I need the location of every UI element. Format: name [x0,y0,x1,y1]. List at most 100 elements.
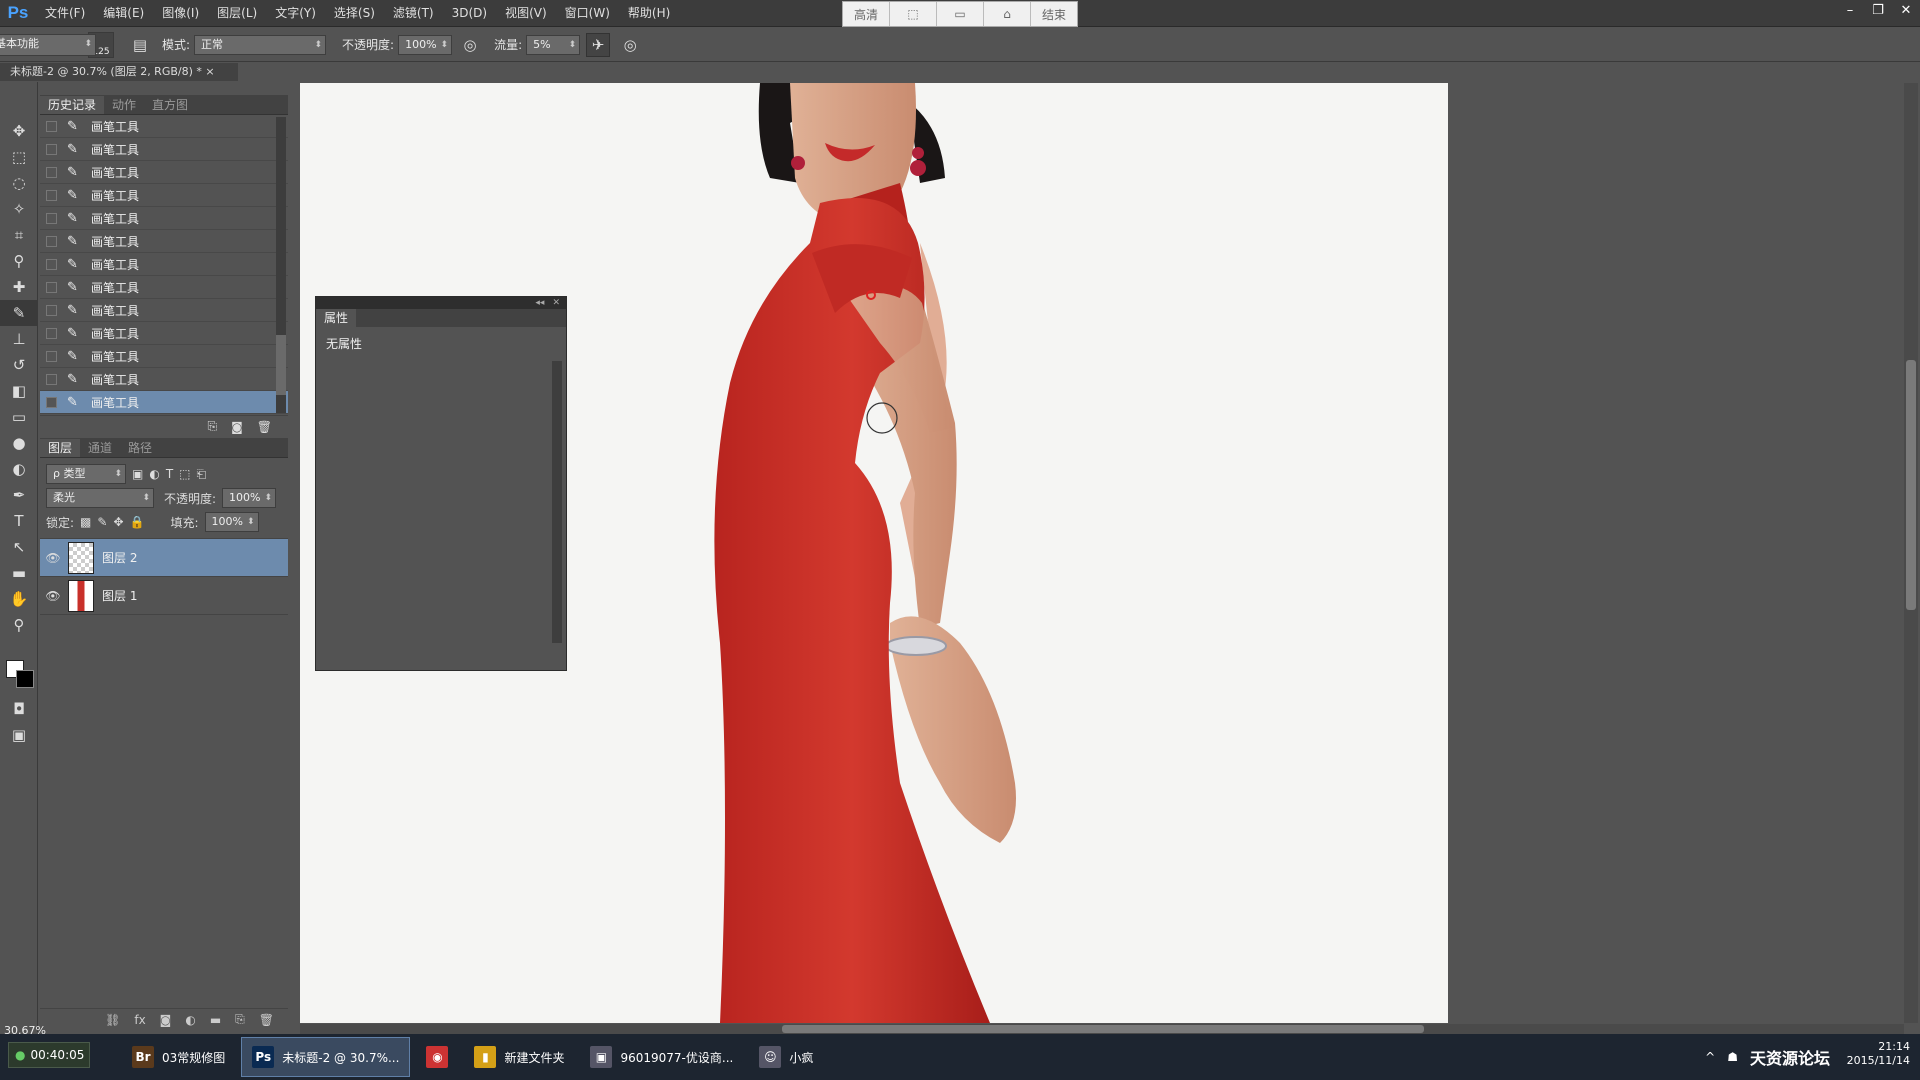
restore-icon[interactable]: ❐ [1864,0,1892,20]
history-item[interactable]: ✎ 画笔工具 [40,230,288,253]
properties-scrollbar[interactable] [552,361,562,643]
type-tool-icon[interactable]: T [0,508,38,534]
tab-paths[interactable]: 路径 [120,439,160,457]
canvas-horizontal-thumb[interactable] [782,1025,1424,1033]
mask-icon[interactable]: ◙ [160,1013,172,1027]
fill-select[interactable]: 100% [204,512,259,532]
shape-tool-icon[interactable]: ▬ [0,560,38,586]
tab-histogram[interactable]: 直方图 [144,96,196,114]
trash-icon[interactable]: 🗑 [259,1013,274,1027]
adjustment-filter-icon[interactable]: ◐ [149,467,159,481]
menu-window[interactable]: 窗口(W) [556,0,619,27]
marquee-tool-icon[interactable]: ⬚ [0,144,38,170]
history-item[interactable]: ✎ 画笔工具 [40,184,288,207]
layer-row[interactable]: 👁 图层 2 [40,539,288,577]
region-select-icon[interactable]: ⬚ [890,2,937,26]
clock[interactable]: 21:14 2015/11/14 [1847,1040,1910,1068]
history-item[interactable]: ✎ 画笔工具 [40,299,288,322]
pen-tool-icon[interactable]: ✒ [0,482,38,508]
history-checkbox[interactable] [46,350,57,362]
mode-select[interactable]: 正常 [194,34,327,55]
recording-timer[interactable]: ● 00:40:05 [8,1042,90,1068]
blur-tool-icon[interactable]: ● [0,430,38,456]
menu-file[interactable]: 文件(F) [36,0,94,27]
collapse-icon[interactable]: ◂◂ [535,297,544,309]
menu-select[interactable]: 选择(S) [325,0,384,27]
background-color[interactable] [16,670,34,688]
history-item[interactable]: ✎ 画笔工具 [40,391,288,414]
opacity-select[interactable]: 100% [398,34,453,55]
dodge-tool-icon[interactable]: ◐ [0,456,38,482]
type-filter-icon[interactable]: T [166,467,173,481]
properties-title-bar[interactable]: ◂◂ ✕ [316,297,566,309]
taskbar-item[interactable]: Ps 未标题-2 @ 30.7%... [241,1037,411,1077]
taskbar-item[interactable]: ▮ 新建文件夹 [464,1037,574,1077]
quick-select-tool-icon[interactable]: ✧ [0,196,38,222]
history-checkbox[interactable] [46,189,57,201]
history-checkbox[interactable] [46,143,57,155]
crop-tool-icon[interactable]: ⌗ [0,222,38,248]
history-item[interactable]: ✎ 画笔工具 [40,115,288,138]
history-item[interactable]: ✎ 画笔工具 [40,138,288,161]
history-checkbox[interactable] [46,396,57,408]
smart-object-filter-icon[interactable]: ⎗ [197,467,207,482]
lock-pixels-icon[interactable]: ✎ [97,515,107,529]
canvas-vertical-thumb[interactable] [1906,360,1916,610]
menu-edit[interactable]: 编辑(E) [94,0,153,27]
properties-panel[interactable]: ◂◂ ✕ 属性 无属性 [315,296,567,671]
history-brush-tool-icon[interactable]: ↺ [0,352,38,378]
fx-icon[interactable]: fx [134,1013,145,1027]
pressure-size-icon[interactable]: ◎ [618,33,642,57]
minimize-icon[interactable]: – [1836,0,1864,20]
move-tool-icon[interactable]: ✥ [0,118,38,144]
close-icon[interactable]: ✕ [552,297,560,309]
history-item[interactable]: ✎ 画笔工具 [40,345,288,368]
new-layer-icon[interactable]: ⎘ [235,1012,245,1027]
history-item[interactable]: ✎ 画笔工具 [40,253,288,276]
close-icon[interactable]: × [205,65,214,78]
history-item[interactable]: ✎ 画笔工具 [40,322,288,345]
history-item[interactable]: ✎ 画笔工具 [40,276,288,299]
menu-type[interactable]: 文字(Y) [266,0,325,27]
pixel-filter-icon[interactable]: ▣ [132,467,143,481]
close-icon[interactable]: ✕ [1892,0,1920,20]
screen-mode-icon[interactable]: ▣ [0,722,38,748]
history-checkbox[interactable] [46,120,57,132]
lasso-tool-icon[interactable]: ◌ [0,170,38,196]
history-checkbox[interactable] [46,327,57,339]
tab-layers[interactable]: 图层 [40,439,81,457]
tab-channels[interactable]: 通道 [80,439,120,457]
history-item[interactable]: ✎ 画笔工具 [40,368,288,391]
menu-help[interactable]: 帮助(H) [619,0,679,27]
folder-icon[interactable]: ▬ [210,1013,221,1027]
taskbar-item[interactable]: Br 03常规修图 [122,1037,235,1077]
history-checkbox[interactable] [46,235,57,247]
hand-tool-icon[interactable]: ✋ [0,586,38,612]
tab-history[interactable]: 历史记录 [40,96,105,114]
quick-mask-icon[interactable]: ◘ [0,696,38,722]
menu-image[interactable]: 图像(I) [153,0,208,27]
document-tab[interactable]: 未标题-2 @ 30.7% (图层 2, RGB/8) * × [0,63,238,81]
blend-mode-select[interactable]: 柔光 [46,488,154,508]
lock-all-icon[interactable]: 🔒 [130,515,145,529]
menu-view[interactable]: 视图(V) [496,0,556,27]
history-checkbox[interactable] [46,304,57,316]
adjustment-icon[interactable]: ◐ [185,1013,195,1027]
end-button[interactable]: 结束 [1031,2,1077,26]
link-icon[interactable]: ⛓ [105,1013,120,1027]
shape-filter-icon[interactable]: ⬚ [179,467,190,481]
eye-icon[interactable]: 👁 [40,589,66,603]
tray-expand-icon[interactable]: ^ [1705,1050,1715,1064]
lock-position-icon[interactable]: ✥ [113,515,123,529]
zoom-tool-icon[interactable]: ⚲ [0,612,38,638]
lock-transparency-icon[interactable]: ▩ [80,515,91,529]
menu-layer[interactable]: 图层(L) [208,0,266,27]
flow-select[interactable]: 5% [526,34,581,55]
color-swatches[interactable] [6,660,36,690]
window-icon[interactable]: ▭ [937,2,984,26]
layer-opacity-select[interactable]: 100% [222,488,277,508]
clone-stamp-tool-icon[interactable]: ⊥ [0,326,38,352]
history-checkbox[interactable] [46,281,57,293]
history-scroll-thumb[interactable] [276,335,286,395]
menu-3d[interactable]: 3D(D) [443,0,496,27]
